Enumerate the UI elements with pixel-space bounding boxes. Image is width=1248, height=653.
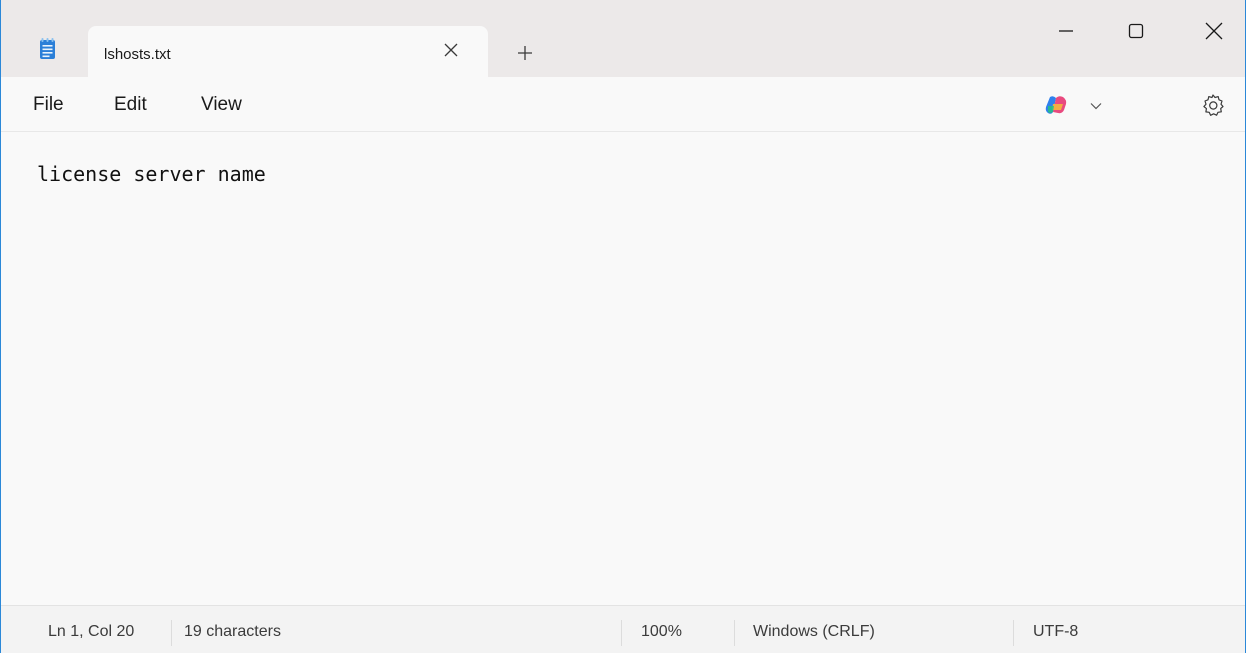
status-divider <box>734 620 735 646</box>
tab-close-button[interactable] <box>438 37 464 63</box>
tab-lshosts[interactable]: lshosts.txt <box>88 26 488 77</box>
close-window-button[interactable] <box>1191 0 1237 62</box>
new-tab-button[interactable] <box>511 39 539 67</box>
minimize-icon <box>1059 30 1073 32</box>
line-ending[interactable]: Windows (CRLF) <box>753 623 875 641</box>
cursor-position: Ln 1, Col 20 <box>48 623 135 640</box>
title-bar: lshosts.txt <box>1 0 1245 77</box>
plus-icon <box>518 46 532 60</box>
chevron-down-icon <box>1090 103 1102 110</box>
close-icon <box>1205 22 1223 40</box>
settings-button[interactable] <box>1199 91 1227 119</box>
status-divider <box>621 620 622 646</box>
maximize-button[interactable] <box>1113 0 1159 62</box>
zoom-level[interactable]: 100% <box>641 623 682 641</box>
status-bar: Ln 1, Col 20 19 characters 100% Windows … <box>1 605 1245 653</box>
menu-view[interactable]: View <box>201 94 242 116</box>
maximize-icon <box>1128 23 1144 39</box>
minimize-button[interactable] <box>1043 0 1089 62</box>
copilot-icon <box>1045 96 1067 114</box>
notepad-icon <box>40 38 55 59</box>
copilot-button[interactable] <box>1044 94 1108 116</box>
gear-icon <box>1203 94 1224 116</box>
notepad-window: lshosts.txt File Edit View license serve… <box>0 0 1246 653</box>
editor-content[interactable]: license server name <box>37 162 266 186</box>
status-divider <box>171 620 172 646</box>
encoding[interactable]: UTF-8 <box>1033 623 1078 641</box>
text-editor[interactable]: license server name <box>1 132 1245 605</box>
close-icon <box>444 43 458 57</box>
menu-bar: File Edit View <box>1 77 1245 132</box>
tab-title: lshosts.txt <box>104 46 171 63</box>
menu-file[interactable]: File <box>33 94 64 116</box>
status-divider <box>1013 620 1014 646</box>
menu-edit[interactable]: Edit <box>114 94 147 116</box>
character-count: 19 characters <box>184 623 281 640</box>
